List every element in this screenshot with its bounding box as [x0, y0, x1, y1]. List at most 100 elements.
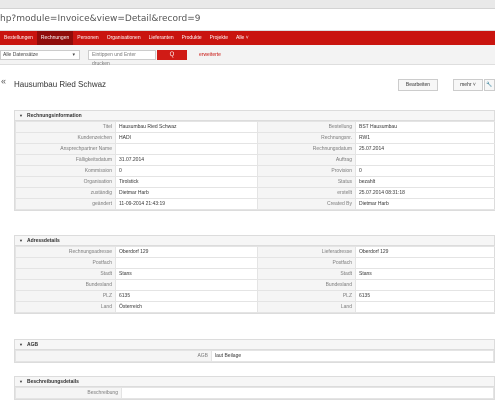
field-value: HADI: [115, 132, 258, 144]
field-value: Oberdorf 129: [115, 246, 258, 258]
detail-table: AGB laut Beilage: [15, 350, 494, 362]
block-rechnungsinformation: ▼ Rechnungsinformation Titel Hausumbau Ried…: [14, 110, 495, 211]
field-value[interactable]: Tirolstick: [115, 176, 258, 188]
collapse-triangle-icon[interactable]: ▼: [19, 342, 23, 347]
advanced-search-link[interactable]: erweiterte: [199, 50, 221, 60]
field-label: Titel: [15, 121, 116, 133]
table-row: AGB laut Beilage: [15, 350, 494, 362]
field-value[interactable]: BST Hausumbau: [355, 121, 495, 133]
table-row: Fälligkeitsdatum 31.07.2014 Auftrag: [15, 154, 495, 166]
field-label: Bundesland: [257, 279, 356, 291]
field-value: [355, 154, 495, 166]
table-row: Kundenzeichen HADI Rechnungsnr. RW1: [15, 132, 495, 144]
field-label: PLZ: [15, 290, 116, 302]
nav-item-2[interactable]: Personen: [73, 31, 102, 45]
block-adressdetails: ▼ Adressdetails Rechnungsadresse Oberdorf 1…: [14, 235, 495, 314]
block-title: AGB: [26, 342, 39, 348]
table-row: zuständig Dietmar Harb erstellt 25.07.2014 …: [15, 187, 495, 199]
field-label: Rechnungsadresse: [15, 246, 116, 258]
back-icon[interactable]: «: [1, 76, 6, 86]
wrench-icon[interactable]: 🔧: [484, 79, 495, 91]
field-label: Land: [257, 301, 356, 313]
field-value: bezahlt: [355, 176, 495, 188]
field-label: Provision: [257, 165, 356, 177]
field-value: Stans: [355, 268, 495, 280]
field-label: Ansprechpartner Name: [15, 143, 116, 155]
nav-item-0[interactable]: Bestellungen: [0, 31, 37, 45]
field-label: AGB: [15, 350, 212, 362]
search-bar: Alle Datensätze ▾ Eintippen und Enter dr…: [0, 45, 495, 67]
nav-item-6[interactable]: Projekte: [206, 31, 232, 45]
table-row: Titel Hausumbau Ried Schwaz Bestellung BST …: [15, 121, 495, 133]
dataset-select-value: Alle Datensätze: [3, 52, 39, 58]
nav-item-4[interactable]: Lieferanten: [145, 31, 178, 45]
field-label: Auftrag: [257, 154, 356, 166]
block-beschreibungsdetails: ▼ Beschreibungsdetails Beschreibung: [14, 376, 495, 400]
field-value: [121, 387, 494, 399]
field-value: 6135: [355, 290, 495, 302]
nav-item-3[interactable]: Organisationen: [103, 31, 145, 45]
field-value: 25.07.2014: [355, 143, 495, 155]
collapse-triangle-icon[interactable]: ▼: [19, 379, 23, 384]
collapse-triangle-icon[interactable]: ▼: [19, 113, 23, 118]
nav-item-7[interactable]: Alle ˅: [232, 31, 253, 45]
field-value: 0: [355, 165, 495, 177]
field-label: Rechnungsnr.: [257, 132, 356, 144]
field-value[interactable]: Dietmar Harb: [355, 198, 495, 210]
field-value: [115, 143, 258, 155]
field-value: laut Beilage: [211, 350, 494, 362]
table-row: Beschreibung: [15, 387, 494, 399]
detail-table: Titel Hausumbau Ried Schwaz Bestellung BST …: [15, 121, 495, 210]
edit-button[interactable]: Bearbeiten: [398, 79, 438, 91]
field-label: geändert: [15, 198, 116, 210]
detail-table: Rechnungsadresse Oberdorf 129 Lieferadress…: [15, 246, 495, 313]
page-title: Hausumbau Ried Schwaz: [14, 80, 107, 89]
field-label: Kundenzeichen: [15, 132, 116, 144]
field-value: 11-09-2014 21:43:19: [115, 198, 258, 210]
field-value: RW1: [355, 132, 495, 144]
table-row: Organisation Tirolstick Status bezahlt: [15, 176, 495, 188]
collapse-triangle-icon[interactable]: ▼: [19, 238, 23, 243]
field-value: [115, 279, 258, 291]
field-value: 25.07.2014 08:31:18: [355, 187, 495, 199]
field-value: 0: [115, 165, 258, 177]
nav-item-1[interactable]: Rechnungen: [36, 31, 74, 45]
search-button[interactable]: Q: [157, 50, 187, 60]
block-header[interactable]: ▼ AGB: [15, 340, 494, 350]
table-row: Postfach Postfach: [15, 257, 495, 269]
field-label: Rechnungsdatum: [257, 143, 356, 155]
search-input-placeholder: Eintippen und Enter drucken: [92, 52, 136, 67]
table-row: geändert 11-09-2014 21:43:19 Created By Die…: [15, 198, 495, 210]
field-label: Status: [257, 176, 356, 188]
field-label: Postfach: [15, 257, 116, 269]
field-value: 6135: [115, 290, 258, 302]
field-value[interactable]: Dietmar Harb: [115, 187, 258, 199]
search-input[interactable]: Eintippen und Enter drucken: [88, 50, 156, 67]
field-value: [115, 257, 258, 269]
field-label: Postfach: [257, 257, 356, 269]
field-label: Land: [15, 301, 116, 313]
table-row: Land Österreich Land: [15, 301, 495, 313]
more-button[interactable]: mehr ˅: [453, 79, 483, 91]
nav-item-5[interactable]: Produkte: [178, 31, 206, 45]
table-row: Bundesland Bundesland: [15, 279, 495, 291]
field-label: Fälligkeitsdatum: [15, 154, 116, 166]
table-row: PLZ 6135 PLZ 6135: [15, 290, 495, 302]
field-value: Österreich: [115, 301, 258, 313]
field-value: Stans: [115, 268, 258, 280]
main-navigation: Bestellungen Rechnungen Personen Organisati…: [0, 31, 495, 45]
url-text[interactable]: hp?module=Invoice&view=Detail&record=9: [0, 14, 200, 24]
block-header[interactable]: ▼ Beschreibungsdetails: [15, 377, 494, 387]
field-value: [355, 301, 495, 313]
block-title: Adressdetails: [26, 238, 60, 244]
field-label: Kommission: [15, 165, 116, 177]
search-icon: Q: [169, 52, 175, 58]
dataset-select[interactable]: Alle Datensätze ▾: [0, 50, 80, 60]
browser-address-bar[interactable]: hp?module=Invoice&view=Detail&record=9: [0, 0, 495, 31]
field-label: Stadt: [257, 268, 356, 280]
block-agb: ▼ AGB AGB laut Beilage: [14, 339, 495, 363]
chevron-down-icon: ▾: [72, 52, 75, 58]
block-header[interactable]: ▼ Rechnungsinformation: [15, 111, 494, 121]
block-header[interactable]: ▼ Adressdetails: [15, 236, 494, 246]
table-row: Rechnungsadresse Oberdorf 129 Lieferadress…: [15, 246, 495, 258]
